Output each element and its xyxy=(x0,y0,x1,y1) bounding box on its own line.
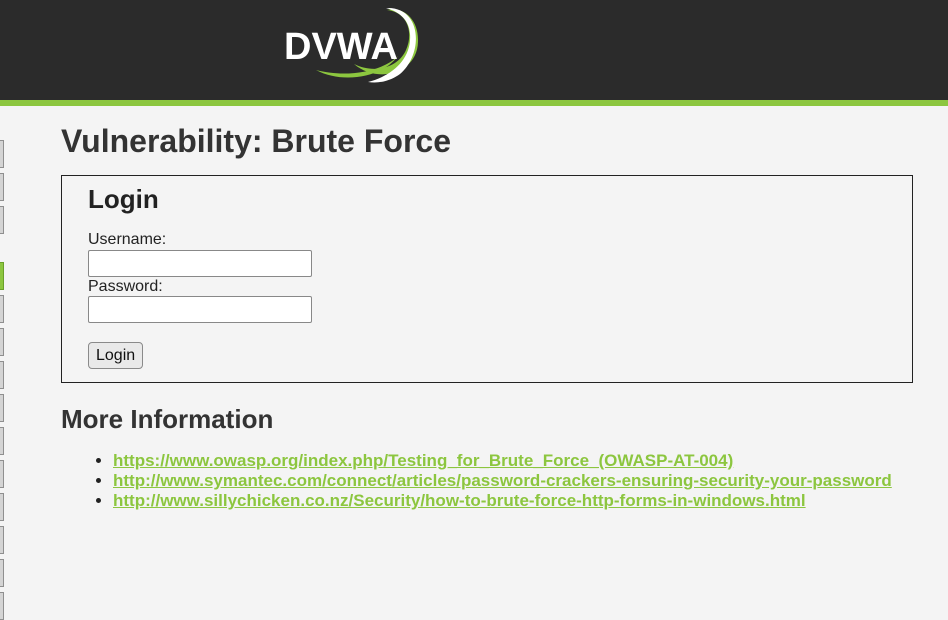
page-title: Vulnerability: Brute Force xyxy=(61,123,451,159)
username-input[interactable] xyxy=(88,250,312,277)
sidebar-menu-item[interactable] xyxy=(0,559,4,587)
header-bar: DVWA xyxy=(0,0,948,106)
dvwa-logo[interactable]: DVWA xyxy=(282,4,422,86)
list-item: http://www.sillychicken.co.nz/Security/h… xyxy=(113,491,892,511)
list-item: http://www.symantec.com/connect/articles… xyxy=(113,471,892,491)
sidebar-menu-item[interactable] xyxy=(0,592,4,620)
sidebar-menu xyxy=(0,106,6,620)
sidebar-menu-item[interactable] xyxy=(0,493,4,521)
sidebar-menu-item[interactable] xyxy=(0,427,4,455)
sidebar-menu-item[interactable] xyxy=(0,526,4,554)
username-label: Username: xyxy=(88,231,167,248)
login-heading: Login xyxy=(88,184,159,214)
sidebar-menu-item[interactable] xyxy=(0,206,4,234)
login-form: Login Username: Password: Login xyxy=(61,175,913,383)
sidebar-menu-item[interactable] xyxy=(0,361,4,389)
login-button[interactable]: Login xyxy=(88,342,144,369)
symantec-link[interactable]: http://www.symantec.com/connect/articles… xyxy=(113,471,892,490)
sillychicken-link[interactable]: http://www.sillychicken.co.nz/Security/h… xyxy=(113,491,806,510)
sidebar-menu-item[interactable] xyxy=(0,140,4,168)
list-item: https://www.owasp.org/index.php/Testing_… xyxy=(113,451,892,471)
sidebar-menu-item[interactable] xyxy=(0,460,4,488)
owasp-link[interactable]: https://www.owasp.org/index.php/Testing_… xyxy=(113,451,733,470)
sidebar-menu-item[interactable] xyxy=(0,262,4,290)
more-info-list: https://www.owasp.org/index.php/Testing_… xyxy=(61,451,892,511)
password-input[interactable] xyxy=(88,296,312,323)
sidebar-menu-item[interactable] xyxy=(0,295,4,323)
sidebar-menu-item[interactable] xyxy=(0,394,4,422)
logo-text: DVWA xyxy=(284,26,398,68)
password-label: Password: xyxy=(88,278,163,295)
sidebar-menu-item[interactable] xyxy=(0,328,4,356)
sidebar-menu-item[interactable] xyxy=(0,173,4,201)
more-info-heading: More Information xyxy=(61,404,274,434)
